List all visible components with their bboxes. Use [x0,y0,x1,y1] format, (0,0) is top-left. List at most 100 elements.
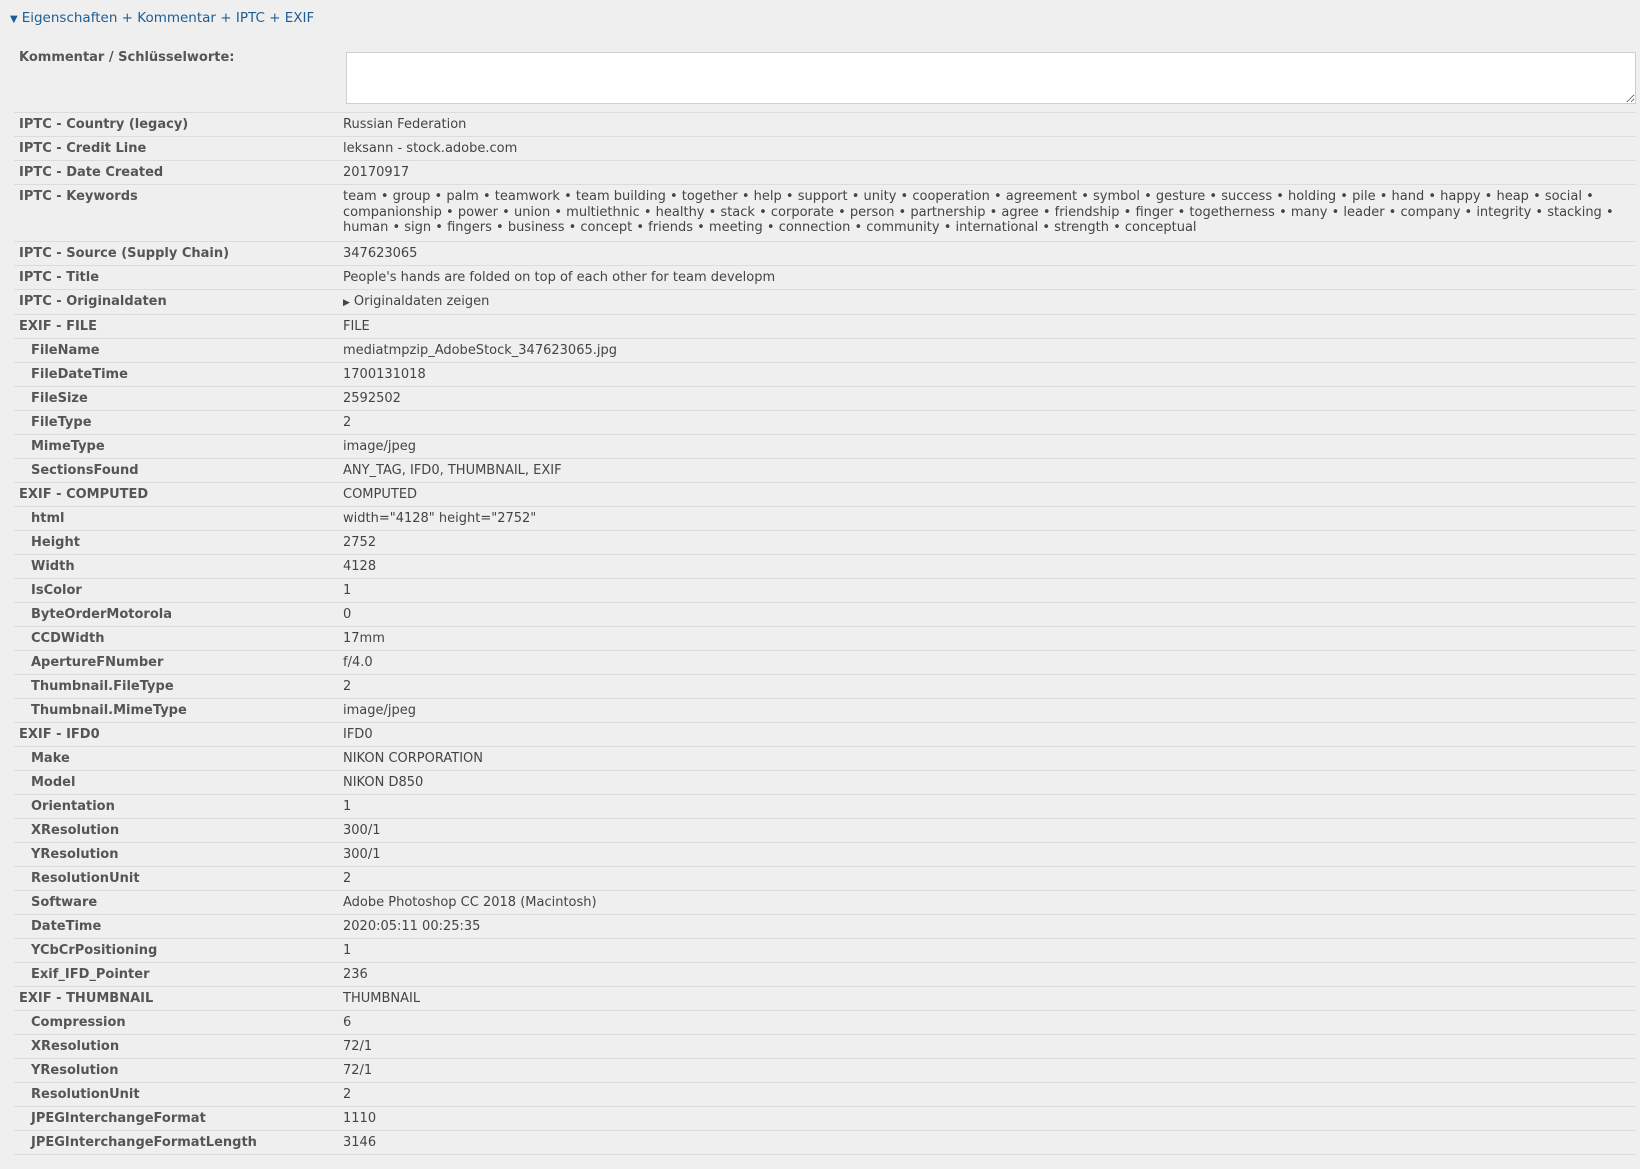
section-value: COMPUTED [343,487,418,502]
row-key: IPTC - Keywords [19,189,138,204]
table-row: XResolution 300/1 [14,819,1636,843]
row-value: 1 [343,943,352,958]
metadata-table: IPTC - Country (legacy) Russian Federati… [14,113,1636,1155]
row-key: IPTC - Originaldaten [19,293,167,309]
row-value: ANY_TAG, IFD0, THUMBNAIL, EXIF [343,463,562,478]
section-key: EXIF - FILE [19,319,97,334]
table-row: Compression 6 [14,1011,1636,1035]
table-row: CCDWidth 17mm [14,627,1636,651]
table-row: Height 2752 [14,531,1636,555]
row-key: FileSize [31,391,88,406]
row-value: Adobe Photoshop CC 2018 (Macintosh) [343,895,597,910]
toggle-label: Originaldaten zeigen [353,293,490,309]
row-value: 347623065 [343,245,418,261]
table-row: ApertureFNumber f/4.0 [14,651,1636,675]
table-row: Make NIKON CORPORATION [14,747,1636,771]
row-key: SectionsFound [31,463,139,478]
table-row: YResolution 300/1 [14,843,1636,867]
table-row: ByteOrderMotorola 0 [14,603,1636,627]
row-key: Exif_IFD_Pointer [31,967,150,982]
row-value: 3146 [343,1135,377,1150]
row-key: Compression [31,1015,126,1030]
table-row: IsColor 1 [14,579,1636,603]
table-row: html width="4128" height="2752" [14,507,1636,531]
row-key: Width [31,559,75,574]
row-value: 2020:05:11 00:25:35 [343,919,481,934]
row-value: 1110 [343,1111,377,1126]
row-key: YCbCrPositioning [31,943,158,958]
row-key: IsColor [31,583,82,598]
row-key: Height [31,535,80,550]
table-row: Exif_IFD_Pointer 236 [14,963,1636,987]
row-key: XResolution [31,1039,120,1054]
row-value: 72/1 [343,1039,373,1054]
row-value: f/4.0 [343,655,373,670]
table-row: Orientation 1 [14,795,1636,819]
comment-label: Kommentar / Schlüsselworte: [19,50,235,65]
table-row: IPTC - Source (Supply Chain) 347623065 [14,242,1636,266]
table-row: JPEGInterchangeFormat 1110 [14,1107,1636,1131]
row-value: 20170917 [343,165,410,180]
table-row: FileDateTime 1700131018 [14,363,1636,387]
table-row: YCbCrPositioning 1 [14,939,1636,963]
row-key: IPTC - Country (legacy) [19,117,189,132]
table-row: Model NIKON D850 [14,771,1636,795]
row-value: 6 [343,1015,352,1030]
row-value: 2 [343,871,352,886]
table-row: IPTC - Title People's hands are folded o… [14,266,1636,290]
row-value: 4128 [343,559,377,574]
row-value: 300/1 [343,847,381,862]
section-row: EXIF - FILE FILE [14,315,1636,339]
section-value: IFD0 [343,727,373,742]
table-row: Thumbnail.FileType 2 [14,675,1636,699]
row-key: ResolutionUnit [31,1087,140,1102]
row-value: 72/1 [343,1063,373,1078]
row-key: Software [31,895,98,910]
row-value: 2 [343,1087,352,1102]
table-row: FileName mediatmpzip_AdobeStock_34762306… [14,339,1636,363]
show-originaldata-toggle[interactable]: ▶ Originaldaten zeigen [343,294,489,309]
table-row: FileSize 2592502 [14,387,1636,411]
row-key: html [31,511,65,526]
table-row: ResolutionUnit 2 [14,867,1636,891]
row-key: ApertureFNumber [31,655,164,670]
comment-row: Kommentar / Schlüsselworte: [14,44,1636,113]
row-value: NIKON D850 [343,775,424,790]
row-value: People's hands are folded on top of each… [343,269,776,285]
row-key: FileDateTime [31,367,128,382]
panel-title: Eigenschaften + Kommentar + IPTC + EXIF [21,10,315,26]
row-key: Orientation [31,799,115,814]
row-value: image/jpeg [343,439,416,454]
row-key: ResolutionUnit [31,871,140,886]
row-key: IPTC - Credit Line [19,141,147,156]
table-row: SectionsFound ANY_TAG, IFD0, THUMBNAIL, … [14,459,1636,483]
row-value: 2592502 [343,391,401,406]
row-key: YResolution [31,847,119,862]
row-value: 2 [343,415,352,430]
row-value: 17mm [343,631,385,646]
row-key: JPEGInterchangeFormatLength [31,1135,257,1150]
panel-toggle-header[interactable]: ▼ Eigenschaften + Kommentar + IPTC + EXIF [10,8,314,28]
caret-down-icon: ▼ [10,14,18,25]
table-row: IPTC - Credit Line leksann - stock.adobe… [14,137,1636,161]
table-row: IPTC - Country (legacy) Russian Federati… [14,113,1636,137]
section-row: EXIF - COMPUTED COMPUTED [14,483,1636,507]
table-row: Width 4128 [14,555,1636,579]
row-value: 300/1 [343,823,381,838]
comment-textarea[interactable] [346,52,1636,104]
row-value: Russian Federation [343,117,467,132]
table-row: IPTC - Keywords team • group • palm • te… [14,185,1636,242]
row-key: IPTC - Title [19,269,100,285]
table-row: Thumbnail.MimeType image/jpeg [14,699,1636,723]
row-value: 2752 [343,535,377,550]
table-row: MimeType image/jpeg [14,435,1636,459]
row-key: FileType [31,415,92,430]
section-row: EXIF - IFD0 IFD0 [14,723,1636,747]
section-key: EXIF - THUMBNAIL [19,991,154,1006]
row-key: YResolution [31,1063,119,1078]
table-row: XResolution 72/1 [14,1035,1636,1059]
row-key: DateTime [31,919,102,934]
row-value: 0 [343,607,352,622]
table-row: JPEGInterchangeFormatLength 3146 [14,1131,1636,1155]
row-value: 1 [343,583,352,598]
